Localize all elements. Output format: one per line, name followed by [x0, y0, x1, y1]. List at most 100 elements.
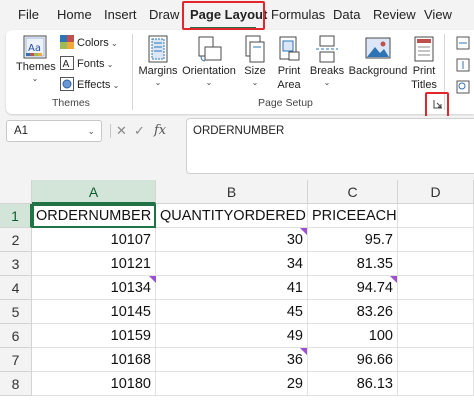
- cell-b5[interactable]: 45: [156, 300, 308, 324]
- effects-label: Effects: [77, 79, 111, 91]
- cell-c8[interactable]: 86.13: [308, 372, 398, 396]
- breaks-icon: [316, 35, 338, 63]
- page-setup-group-label: Page Setup: [258, 97, 313, 109]
- background-button[interactable]: Background: [348, 34, 408, 78]
- cell-d4[interactable]: [398, 276, 474, 300]
- margins-icon: [148, 35, 168, 63]
- name-box-value: A1: [14, 125, 29, 137]
- cell-b4[interactable]: 41: [156, 276, 308, 300]
- cell-b8[interactable]: 29: [156, 372, 308, 396]
- fonts-button[interactable]: A Fonts ⌄: [60, 55, 113, 73]
- cell-a8[interactable]: 10180: [32, 372, 156, 396]
- row-header-1[interactable]: 1: [0, 204, 32, 228]
- cell-a2[interactable]: 10107: [32, 228, 156, 252]
- cell-b6[interactable]: 49: [156, 324, 308, 348]
- ribbon-area: Aa Themes ⌄ Colors ⌄ A Fonts ⌄ Effects ⌄: [0, 30, 474, 116]
- cell-a4[interactable]: 10134: [32, 276, 156, 300]
- tab-page-layout[interactable]: Page Layout: [190, 0, 267, 30]
- cell-d6[interactable]: [398, 324, 474, 348]
- tab-review[interactable]: Review: [373, 0, 416, 30]
- colors-button[interactable]: Colors ⌄: [60, 34, 118, 52]
- comment-indicator-b7[interactable]: [300, 348, 307, 355]
- cell-c7[interactable]: 96.66: [308, 348, 398, 372]
- tab-data[interactable]: Data: [333, 0, 360, 30]
- select-all-corner[interactable]: [0, 180, 32, 204]
- row-header-8[interactable]: 8: [0, 372, 32, 396]
- height-icon[interactable]: [456, 58, 470, 72]
- cell-a7[interactable]: 10168: [32, 348, 156, 372]
- comment-indicator-a4[interactable]: [149, 276, 156, 283]
- colors-icon: [60, 35, 74, 49]
- orientation-button[interactable]: Orientation ⌄: [180, 34, 238, 87]
- tab-view[interactable]: View: [424, 0, 452, 30]
- cell-d2[interactable]: [398, 228, 474, 252]
- cell-a5[interactable]: 10145: [32, 300, 156, 324]
- themes-button[interactable]: Aa Themes ⌄: [16, 34, 56, 83]
- cell-c5[interactable]: 83.26: [308, 300, 398, 324]
- name-box[interactable]: A1 ⌄: [6, 120, 102, 142]
- column-header-d[interactable]: D: [398, 180, 474, 204]
- row-header-5[interactable]: 5: [0, 300, 32, 324]
- tab-home[interactable]: Home: [57, 0, 92, 30]
- page-setup-dialog-launcher-icon[interactable]: [433, 99, 443, 109]
- tab-file[interactable]: File: [18, 0, 39, 30]
- cell-d7[interactable]: [398, 348, 474, 372]
- chevron-down-icon: ⌄: [205, 78, 213, 87]
- comment-indicator-b2[interactable]: [300, 228, 307, 235]
- column-header-a[interactable]: A: [32, 180, 156, 204]
- size-label: Size: [244, 65, 266, 77]
- fonts-icon: A: [60, 56, 74, 70]
- cell-c1[interactable]: PRICEEACH: [308, 204, 398, 228]
- insert-function-icon[interactable]: fx: [154, 120, 166, 142]
- tab-draw[interactable]: Draw: [149, 0, 179, 30]
- print-area-label-2: Area: [277, 79, 301, 91]
- cell-b3[interactable]: 34: [156, 252, 308, 276]
- cell-c4[interactable]: 94.74: [308, 276, 398, 300]
- cell-d1[interactable]: [398, 204, 474, 228]
- colors-label: Colors: [77, 37, 109, 49]
- cell-a1[interactable]: ORDERNUMBER: [32, 204, 156, 228]
- tab-formulas[interactable]: Formulas: [271, 0, 325, 30]
- size-button[interactable]: Size ⌄: [242, 34, 268, 87]
- chevron-down-icon: ⌄: [31, 74, 39, 83]
- print-area-icon: [279, 36, 300, 61]
- formula-input[interactable]: ORDERNUMBER: [186, 118, 474, 174]
- width-icon[interactable]: [456, 36, 470, 50]
- cell-d5[interactable]: [398, 300, 474, 324]
- background-label: Background: [348, 65, 408, 77]
- cell-c2[interactable]: 95.7: [308, 228, 398, 252]
- breaks-button[interactable]: Breaks ⌄: [308, 34, 346, 87]
- orientation-label: Orientation: [182, 65, 236, 77]
- size-icon: [245, 35, 265, 63]
- cell-a6[interactable]: 10159: [32, 324, 156, 348]
- row-header-6[interactable]: 6: [0, 324, 32, 348]
- column-header-c[interactable]: C: [308, 180, 398, 204]
- row-header-7[interactable]: 7: [0, 348, 32, 372]
- column-header-b[interactable]: B: [156, 180, 308, 204]
- cell-c3[interactable]: 81.35: [308, 252, 398, 276]
- cell-b2[interactable]: 30: [156, 228, 308, 252]
- row-header-3[interactable]: 3: [0, 252, 32, 276]
- effects-button[interactable]: Effects ⌄: [60, 76, 119, 94]
- cell-c6[interactable]: 100: [308, 324, 398, 348]
- row-header-2[interactable]: 2: [0, 228, 32, 252]
- row-header-4[interactable]: 4: [0, 276, 32, 300]
- cell-b1[interactable]: QUANTITYORDERED: [156, 204, 308, 228]
- chevron-down-icon: ⌄: [154, 78, 162, 87]
- chevron-down-icon: ⌄: [323, 78, 331, 87]
- cell-a3[interactable]: 10121: [32, 252, 156, 276]
- svg-text:A: A: [63, 59, 70, 70]
- margins-button[interactable]: Margins ⌄: [136, 34, 180, 87]
- cancel-icon[interactable]: ✕: [116, 120, 127, 142]
- enter-check-icon[interactable]: ✓: [134, 120, 145, 142]
- cell-b7[interactable]: 36: [156, 348, 308, 372]
- print-titles-button[interactable]: Print Titles: [410, 34, 438, 92]
- comment-indicator-c4[interactable]: [390, 276, 397, 283]
- tab-insert[interactable]: Insert: [104, 0, 137, 30]
- group-divider: [132, 34, 133, 110]
- cell-d8[interactable]: [398, 372, 474, 396]
- fonts-label: Fonts: [77, 58, 105, 70]
- print-area-button[interactable]: Print Area: [274, 34, 304, 92]
- scale-icon[interactable]: [456, 80, 470, 94]
- cell-d3[interactable]: [398, 252, 474, 276]
